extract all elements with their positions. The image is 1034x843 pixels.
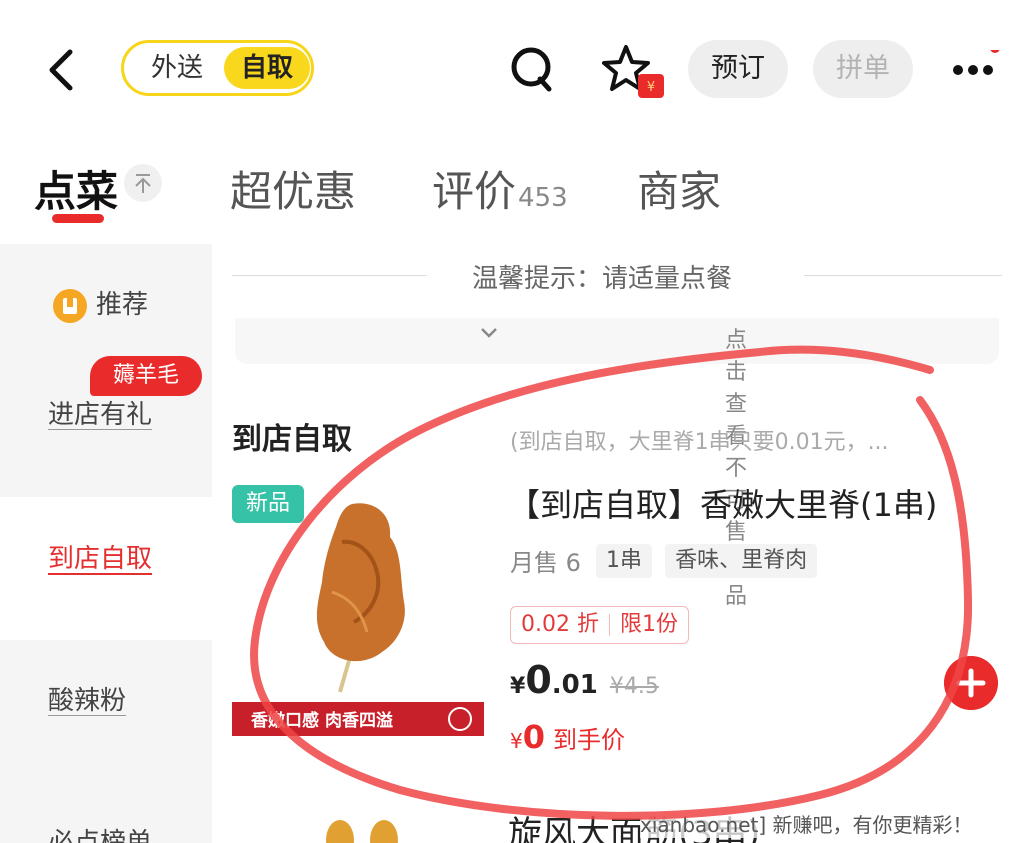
sidebar-item-store-gift[interactable]: 进店有礼 — [48, 394, 152, 431]
next-product-image[interactable] — [300, 812, 420, 843]
sidebar-item-noodles[interactable]: 酸辣粉 — [48, 680, 126, 717]
top-bar: 外送 自取 ¥ 预订 拼单 — [0, 0, 1034, 130]
currency-symbol: ¥ — [510, 674, 526, 699]
price-row: ¥0.01 ¥4.5 — [510, 658, 659, 702]
star-icon: ¥ — [602, 45, 664, 98]
divider — [232, 275, 427, 276]
discount-rate: 0.02 折 — [521, 612, 599, 637]
sidebar-item-recommend[interactable]: 推荐 — [52, 284, 148, 324]
reserve-button[interactable]: 预订 — [688, 40, 788, 98]
notification-dot — [990, 50, 1000, 53]
tab-menu[interactable]: 点菜 — [34, 158, 118, 219]
add-to-cart-icon[interactable] — [944, 656, 998, 710]
product-tag: 香味、里脊肉 — [665, 543, 818, 578]
currency-symbol: ¥ — [510, 729, 523, 753]
search-icon[interactable] — [507, 44, 557, 94]
product-name[interactable]: 【到店自取】香嫩大里脊(1串) — [508, 480, 937, 526]
delivery-option[interactable]: 外送 — [134, 47, 220, 89]
sidebar-item-hot-list[interactable]: 必点榜单 — [48, 822, 152, 843]
chevron-down-icon — [481, 328, 497, 338]
unavailable-items-toggle[interactable]: 点击查看不可售商品 — [235, 318, 999, 609]
reviews-count: 453 — [518, 183, 568, 213]
coupon-mark: ¥ — [647, 80, 655, 95]
tab-deals[interactable]: 超优惠 — [230, 158, 356, 219]
sidebar-item-pickup[interactable]: 到店自取 — [48, 538, 152, 575]
original-price: ¥4.5 — [609, 674, 659, 699]
final-price: 0 — [522, 718, 545, 756]
group-order-button[interactable]: 拼单 — [813, 40, 913, 98]
price-decimal: .01 — [551, 670, 598, 700]
product-tag: 1串 — [596, 543, 652, 578]
tab-reviews-label: 评价 — [432, 167, 517, 216]
tab-reviews[interactable]: 评价453 — [432, 158, 568, 219]
final-price-label: 到手价 — [553, 726, 625, 754]
sidebar-group — [0, 640, 212, 843]
recommend-icon — [53, 288, 87, 323]
purchase-limit: 限1份 — [619, 612, 678, 637]
tip-row: 温馨提示：请适量点餐 — [232, 256, 1002, 296]
delivery-mode-toggle: 外送 自取 — [121, 40, 314, 96]
section-title: 到店自取 — [232, 422, 352, 457]
tab-merchant[interactable]: 商家 — [637, 158, 721, 219]
sidebar-item-label: 推荐 — [96, 290, 149, 320]
category-sidebar: 推荐 薅羊毛 进店有礼 到店自取 酸辣粉 必点榜单 — [0, 244, 212, 843]
product-meta: 月售 6 1串 香味、里脊肉 — [510, 543, 825, 578]
discount-badge: 0.02 折限1份 — [510, 606, 689, 644]
back-icon[interactable] — [40, 44, 84, 96]
promo-badge: 薅羊毛 — [90, 356, 202, 396]
more-icon[interactable] — [950, 50, 1010, 86]
unavailable-items-label: 点击查看不可售商品 — [480, 320, 747, 609]
back-to-top-icon[interactable] — [124, 164, 162, 202]
active-tab-indicator — [52, 214, 104, 223]
watermark-text: xianbao.net] 新赚吧，有你更精彩！ — [640, 809, 973, 838]
favorite-button[interactable]: ¥ — [600, 44, 670, 100]
price-integer: 0 — [525, 658, 552, 702]
pickup-option[interactable]: 自取 — [224, 47, 310, 89]
tip-text: 温馨提示：请适量点餐 — [472, 264, 733, 294]
divider — [804, 275, 1002, 276]
final-price-row: ¥0 到手价 — [510, 718, 625, 756]
section-description: (到店自取，大里脊1串只要0.01元，... — [510, 430, 889, 455]
new-product-badge: 新品 — [232, 485, 304, 523]
image-banner-text: 香嫩口感 肉香四溢 — [251, 710, 393, 731]
monthly-sales: 月售 6 — [510, 549, 581, 577]
